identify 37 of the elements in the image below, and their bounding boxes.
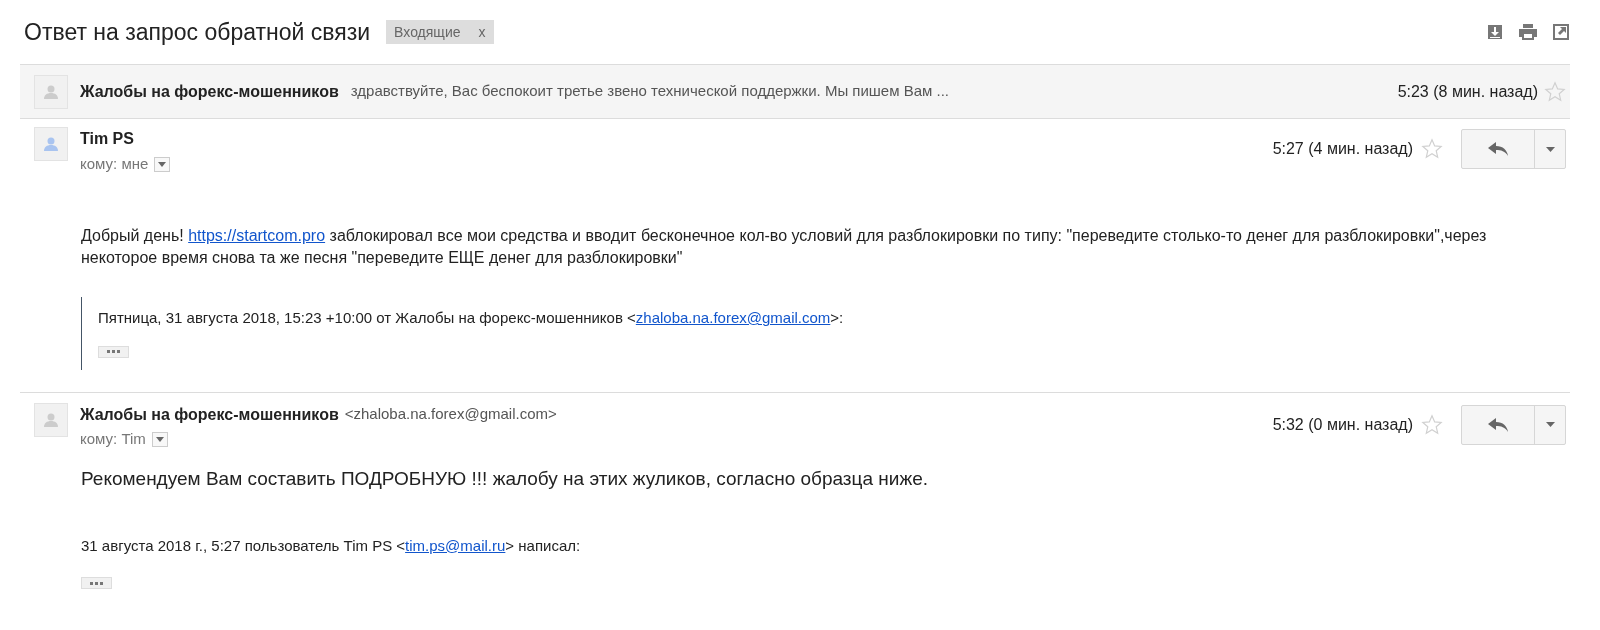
message-time: 5:32 (0 мин. назад) (1272, 414, 1413, 435)
link[interactable]: https://startcom.pro (188, 227, 326, 244)
show-trimmed-button[interactable] (98, 345, 129, 358)
caret-icon (1545, 422, 1555, 427)
quote-header: 31 августа 2018 г., 5:27 пользователь Tim PS <tim.ps@mail.ru> написал: (81, 535, 582, 556)
quote-header: Пятница, 31 августа 2018, 15:23 +10:00 от Жалобы на форекс-мошенников <zhaloba.na.forex@gmail.com>: (98, 308, 845, 328)
star-icon[interactable] (1544, 80, 1566, 103)
message-snippet: здравствуйте, Вас беспокоит третье звено технической поддержки. Мы пишем Вам ... (350, 81, 950, 102)
remove-label-button[interactable]: x (478, 21, 486, 43)
link[interactable]: zhaloba.na.forex@gmail.com (635, 309, 831, 326)
download-icon[interactable] (1486, 23, 1504, 41)
caret-icon (155, 437, 164, 442)
message-body: Добрый день! https://startcom.pro заблокировал все мои средства и вводит бесконечное кол-во условий для разблокировки по типу: "переведите столько-то денег для разблокировки",через некоторое время снова та же песня "переведите ЕЩЕ денег для разблокировки" (81, 226, 1488, 268)
reply-icon (1488, 142, 1508, 156)
details-dropdown[interactable] (154, 156, 171, 172)
details-dropdown[interactable] (151, 432, 168, 447)
caret-icon (158, 161, 167, 167)
sender-email: <zhaloba.na.forex@gmail.com> (344, 404, 557, 425)
recipient-text: кому: Tim (80, 429, 146, 450)
email-subject: Ответ на запрос обратной связи (24, 17, 371, 47)
print-icon[interactable] (1518, 23, 1538, 41)
link[interactable]: tim.ps@mail.ru (405, 536, 506, 554)
message-time: 5:23 (8 мин. назад) (1397, 81, 1538, 102)
label-text: Входящие (394, 22, 461, 42)
sender-name: Жалобы на форекс-мошенников (80, 404, 339, 425)
caret-icon (1545, 146, 1555, 152)
star-icon[interactable] (1421, 138, 1443, 160)
new-window-icon[interactable] (1552, 23, 1570, 41)
message-body: Рекомендуем Вам составить ПОДРОБНУЮ !!! жалобу на этих жуликов, согласно образца ниже. (81, 466, 929, 491)
message-time: 5:27 (4 мин. назад) (1272, 139, 1413, 159)
show-trimmed-button[interactable] (81, 577, 112, 589)
star-icon[interactable] (1421, 413, 1443, 436)
sender-name: Tim PS (80, 129, 134, 149)
collapsed-message-row[interactable]: Жалобы на форекс-мошенников здравствуйте, Вас беспокоит третье звено технической поддержки. Мы пишем Вам ... 5:23 (8 мин. назад) (20, 64, 1570, 119)
recipient-text: кому: мне (80, 153, 149, 174)
reply-icon (1488, 417, 1508, 432)
sender-name: Жалобы на форекс-мошенников (80, 81, 339, 102)
